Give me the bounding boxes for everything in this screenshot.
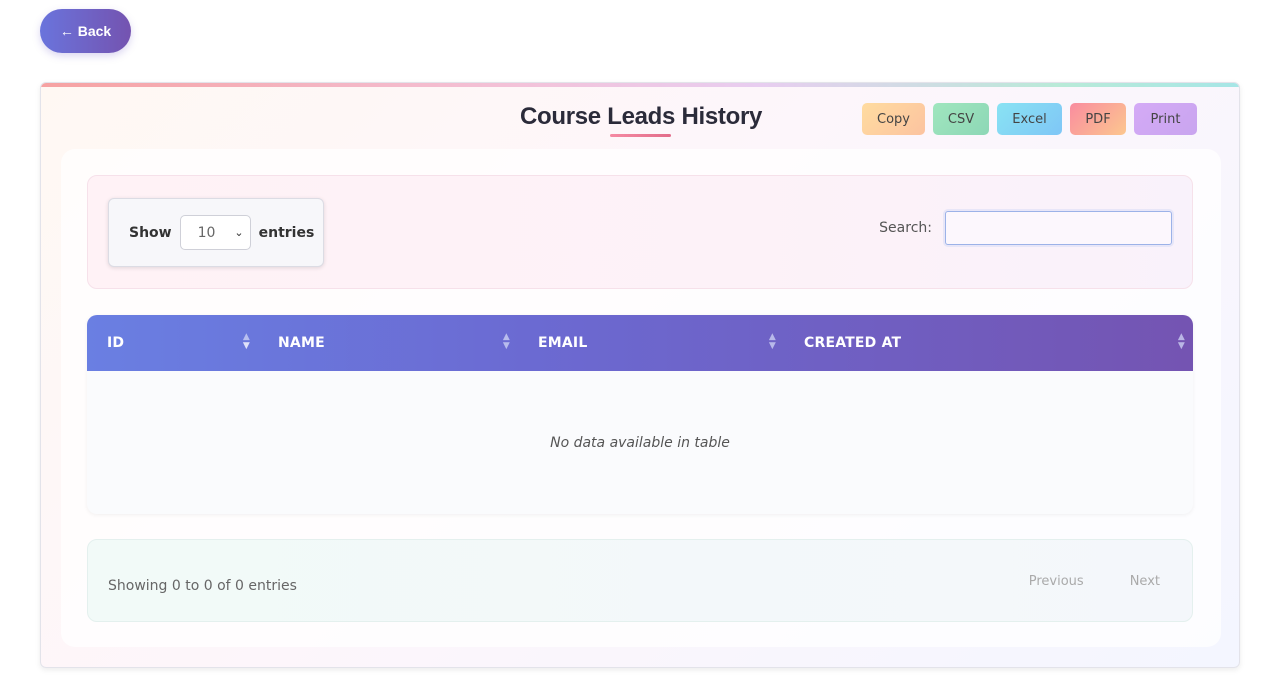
search-input[interactable] [945,211,1172,245]
column-header-label: ID [107,335,125,351]
leads-table: ID ▲ ▼ NAME ▲ ▼ EMAIL ▲ ▼ CREATED AT ▲ ▼… [87,315,1193,514]
previous-page-button[interactable]: Previous [1006,574,1107,589]
excel-button[interactable]: Excel [997,103,1062,135]
sort-arrows-icon: ▲ ▼ [1177,332,1185,351]
table-footer: Showing 0 to 0 of 0 entries Previous Nex… [87,539,1193,622]
table-controls: Show 10 ⌄ entries Search: [87,175,1193,289]
sort-arrows-icon: ▲ ▼ [768,332,776,351]
entries-select-value: 10 [197,224,216,241]
show-label: Show [129,224,172,241]
column-header-id[interactable]: ID ▲ ▼ [87,315,258,371]
column-header-created-at[interactable]: CREATED AT ▲ ▼ [784,315,1193,371]
column-header-email[interactable]: EMAIL ▲ ▼ [518,315,784,371]
sort-arrows-icon: ▲ ▼ [242,332,250,351]
export-buttons: Copy CSV Excel PDF Print [862,103,1197,135]
table-header-row: ID ▲ ▼ NAME ▲ ▼ EMAIL ▲ ▼ CREATED AT ▲ ▼ [87,315,1193,371]
entries-info: Showing 0 to 0 of 0 entries [108,578,297,594]
back-button[interactable]: ← Back [40,9,131,53]
copy-button[interactable]: Copy [862,103,925,135]
column-header-label: CREATED AT [804,335,902,351]
column-header-label: NAME [278,335,325,351]
sort-arrows-icon: ▲ ▼ [502,332,510,351]
next-page-button[interactable]: Next [1107,574,1172,589]
search-control: Search: [879,211,1172,245]
table-panel: Show 10 ⌄ entries Search: ID ▲ ▼ NAME ▲ … [61,149,1221,647]
entries-length-control: Show 10 ⌄ entries [108,198,324,267]
table-row: No data available in table [87,371,1193,514]
title-underline [610,134,671,137]
empty-table-message: No data available in table [550,434,730,451]
search-label: Search: [879,220,932,236]
leads-card: Course Leads History Copy CSV Excel PDF … [40,82,1240,668]
pdf-button[interactable]: PDF [1070,103,1126,135]
card-accent-bar [41,83,1239,87]
entries-label: entries [258,224,315,241]
print-button[interactable]: Print [1134,103,1197,135]
csv-button[interactable]: CSV [933,103,989,135]
entries-select[interactable]: 10 ⌄ [179,215,251,250]
column-header-name[interactable]: NAME ▲ ▼ [258,315,518,371]
column-header-label: EMAIL [538,335,588,351]
chevron-down-icon: ⌄ [234,226,244,239]
pagination: Previous Next [1006,574,1172,589]
